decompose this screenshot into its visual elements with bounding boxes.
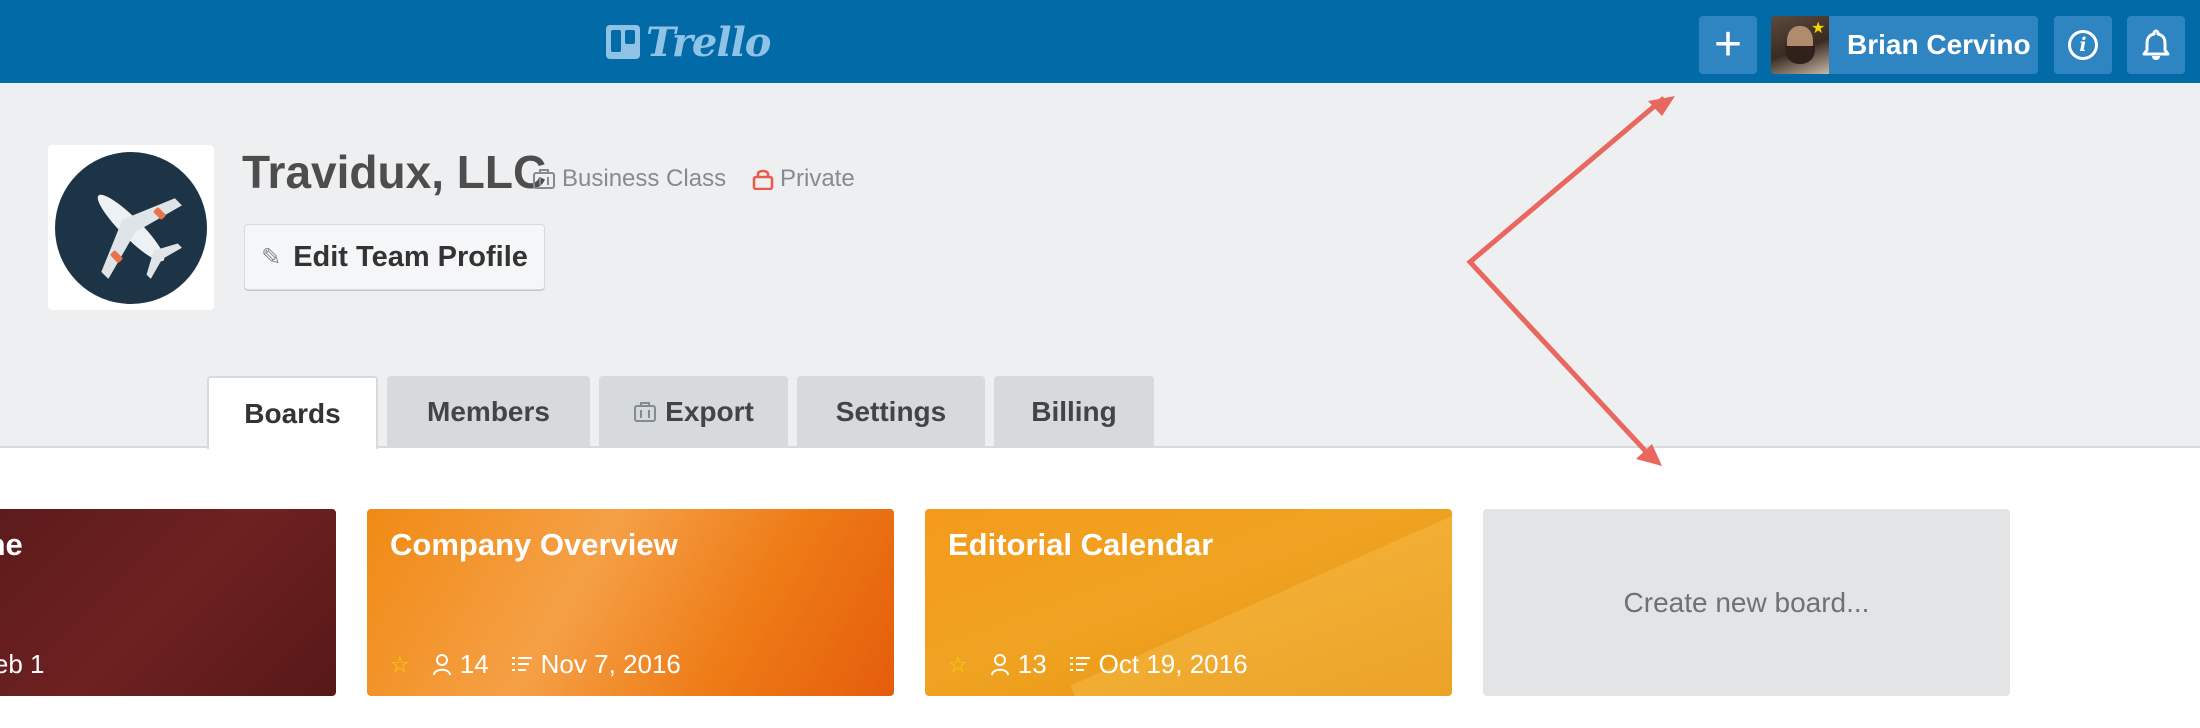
board-date: Feb 1	[0, 649, 45, 679]
bell-icon	[2142, 29, 2170, 60]
arrow-head-up	[1648, 96, 1675, 116]
tab-boards[interactable]: Boards	[207, 376, 378, 449]
annotation-arrow	[1466, 96, 1666, 460]
tab-label: Boards	[244, 397, 341, 429]
board-stats: Feb 1	[0, 649, 45, 680]
logo-text: Trello	[646, 18, 771, 66]
header-bar: Trello + ★ Brian Cervino i	[0, 0, 2200, 83]
board-tile[interactable]: Company Overview ☆ 14 Nov 7, 2016	[367, 509, 894, 696]
info-icon: i	[2068, 30, 2098, 60]
board-stats: ☆ 13 Oct 19, 2016	[948, 649, 1248, 680]
plus-icon: +	[1713, 18, 1743, 71]
board-title: Editorial Calendar	[948, 527, 1214, 562]
tab-settings[interactable]: Settings	[797, 376, 985, 447]
notifications-button[interactable]	[2127, 16, 2185, 74]
user-menu-button[interactable]: ★ Brian Cervino	[1771, 16, 2038, 74]
trello-logo[interactable]: Trello	[606, 19, 771, 66]
list-icon	[511, 656, 532, 671]
info-button[interactable]: i	[2054, 16, 2112, 74]
create-board-label: Create new board...	[1623, 586, 1870, 618]
team-star-icon: ☆	[390, 651, 410, 677]
edit-button-label: Edit Team Profile	[293, 240, 528, 273]
board-date-value: Oct 19, 2016	[1098, 649, 1248, 679]
team-logo	[48, 145, 214, 310]
tab-label: Settings	[835, 395, 947, 427]
tab-export[interactable]: Export	[599, 376, 788, 447]
plan-text: Business Class	[562, 165, 727, 192]
person-icon	[432, 653, 451, 675]
briefcase-icon	[533, 169, 555, 189]
board-date: Oct 19, 2016	[1069, 649, 1248, 680]
user-name: Brian Cervino	[1847, 29, 2031, 60]
board-title: ine	[0, 527, 23, 562]
tab-billing[interactable]: Billing	[994, 376, 1154, 447]
team-name: Travidux, LLC	[242, 146, 547, 198]
member-count-value: 13	[1017, 649, 1047, 679]
avatar: ★	[1771, 16, 1829, 74]
private-label[interactable]: Private	[752, 165, 855, 193]
edit-team-profile-button[interactable]: ✎ Edit Team Profile	[244, 224, 545, 290]
board-date: Nov 7, 2016	[511, 649, 681, 680]
airplane-icon	[55, 151, 207, 304]
tab-label: Members	[427, 395, 550, 427]
lock-icon	[752, 169, 774, 190]
add-button[interactable]: +	[1699, 16, 1757, 74]
visibility-text: Private	[780, 165, 855, 192]
pencil-icon: ✎	[261, 243, 282, 271]
tab-label: Billing	[1031, 395, 1117, 427]
person-icon	[990, 653, 1009, 675]
member-count: 13	[990, 649, 1047, 680]
trello-board-icon	[606, 25, 640, 59]
list-icon	[1069, 656, 1090, 671]
business-class-label: Business Class	[532, 165, 726, 193]
tab-members[interactable]: Members	[387, 376, 590, 447]
board-tile[interactable]: Editorial Calendar ☆ 13 Oct 19, 2016	[925, 509, 1452, 696]
board-tile[interactable]: ine Feb 1	[0, 509, 336, 696]
board-stats: ☆ 14 Nov 7, 2016	[390, 649, 681, 680]
star-icon: ★	[1811, 20, 1826, 37]
briefcase-icon	[634, 401, 657, 422]
create-new-board-button[interactable]: Create new board...	[1483, 509, 2010, 696]
member-count-value: 14	[459, 649, 489, 679]
team-star-icon: ☆	[948, 651, 968, 677]
board-title: Company Overview	[390, 527, 678, 562]
tab-label: Export	[665, 395, 754, 427]
board-date-value: Nov 7, 2016	[540, 649, 681, 679]
member-count: 14	[432, 649, 489, 680]
